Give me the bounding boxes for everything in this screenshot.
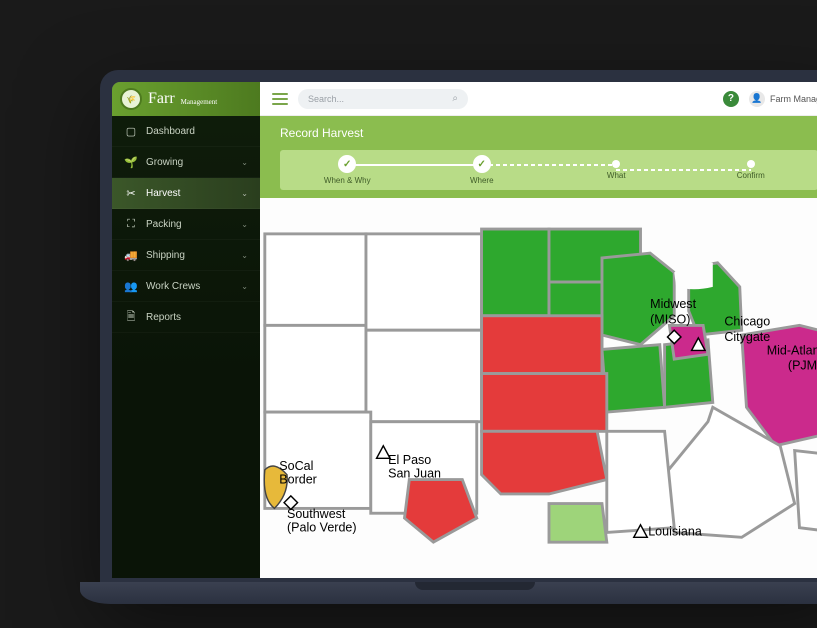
- map-label: San Juan: [388, 467, 441, 481]
- region-red[interactable]: [405, 480, 477, 543]
- sidebar-item-label: Dashboard: [146, 126, 195, 137]
- brand-sub: Management: [181, 98, 218, 106]
- state-shape[interactable]: [607, 431, 674, 532]
- state-shape[interactable]: [795, 451, 817, 533]
- sidebar-item-shipping[interactable]: 🚚 Shipping ⌄: [112, 240, 260, 271]
- sidebar-item-work-crews[interactable]: 👥 Work Crews ⌄: [112, 271, 260, 302]
- map-label: Mid-Atlantic: [767, 343, 817, 357]
- sidebar-item-label: Reports: [146, 312, 181, 323]
- main-pane: Search... ⌕ ? 👤 Farm Manage Record Harve…: [260, 82, 817, 578]
- step-node-icon: [338, 155, 356, 173]
- step-node-icon: [473, 155, 491, 173]
- map-label: SoCal: [279, 459, 313, 473]
- step-label: When & Why: [324, 176, 371, 185]
- sidebar-item-label: Work Crews: [146, 281, 200, 292]
- state-shape[interactable]: [366, 330, 482, 422]
- lake: [674, 262, 713, 290]
- step-node-icon: [747, 160, 755, 168]
- search-input[interactable]: Search... ⌕: [298, 89, 468, 109]
- step-label: Confirm: [737, 171, 765, 180]
- sidebar-item-label: Packing: [146, 219, 182, 230]
- region-red[interactable]: [482, 374, 607, 432]
- subheader: Record Harvest When & Why Where What Confir…: [260, 116, 817, 198]
- sidebar-item-label: Harvest: [146, 188, 180, 199]
- chevron-down-icon: ⌄: [241, 251, 248, 260]
- state-shape[interactable]: [265, 325, 366, 412]
- workcrews-icon: 👥: [124, 279, 138, 293]
- map-label: Chicago: [724, 314, 770, 328]
- step-label: Where: [470, 176, 494, 185]
- sidebar-item-dashboard[interactable]: ▢ Dashboard: [112, 116, 260, 147]
- brand-name: Farr: [148, 90, 175, 108]
- step-connector: [616, 169, 751, 171]
- packing-icon: ⛶: [124, 217, 138, 231]
- app-screen: 🌾 Farr Management ▢ Dashboard 🌱 Growing ⌄ ✂ Ha…: [112, 82, 817, 578]
- map-label: Southwest: [287, 507, 346, 521]
- sidebar-item-harvest[interactable]: ✂ Harvest ⌄: [112, 178, 260, 209]
- state-shape[interactable]: [366, 234, 482, 330]
- dashboard-icon: ▢: [124, 124, 138, 138]
- map-label: (PJM): [788, 359, 817, 373]
- region-red[interactable]: [482, 431, 607, 494]
- region-red[interactable]: [482, 316, 602, 374]
- harvest-icon: ✂: [124, 186, 138, 200]
- step-what[interactable]: What: [549, 160, 684, 180]
- chevron-down-icon: ⌄: [241, 189, 248, 198]
- sidebar-item-growing[interactable]: 🌱 Growing ⌄: [112, 147, 260, 178]
- state-shape[interactable]: [265, 234, 366, 326]
- map-label: El Paso: [388, 453, 431, 467]
- chevron-down-icon: ⌄: [241, 220, 248, 229]
- sidebar-item-label: Shipping: [146, 250, 185, 261]
- map-label: Midwest: [650, 297, 696, 311]
- growing-icon: 🌱: [124, 155, 138, 169]
- laptop-base: [80, 582, 817, 604]
- page-title: Record Harvest: [280, 126, 817, 140]
- sidebar-item-reports[interactable]: 🗎 Reports: [112, 302, 260, 333]
- map-label: Louisiana: [648, 524, 702, 538]
- avatar-icon: 👤: [749, 91, 765, 107]
- step-connector: [347, 164, 482, 166]
- stepper: When & Why Where What Confirm: [280, 150, 817, 190]
- map-label: (MISO): [650, 312, 690, 326]
- step-label: What: [607, 171, 626, 180]
- brand-row: 🌾 Farr Management: [112, 82, 260, 116]
- chevron-down-icon: ⌄: [241, 158, 248, 167]
- brand-logo-icon: 🌾: [120, 88, 142, 110]
- topbar: Search... ⌕ ? 👤 Farm Manage: [260, 82, 817, 116]
- search-icon: ⌕: [452, 93, 458, 104]
- region-green[interactable]: [602, 345, 665, 412]
- user-label: Farm Manage: [770, 94, 817, 104]
- laptop-frame: 🌾 Farr Management ▢ Dashboard 🌱 Growing ⌄ ✂ Ha…: [100, 70, 817, 590]
- step-node-icon: [612, 160, 620, 168]
- region-map[interactable]: Midwest(MISO) Chicago CitygateMid-Atlantic…: [260, 198, 817, 578]
- step-connector: [482, 164, 617, 166]
- menu-toggle-icon[interactable]: [272, 93, 288, 105]
- help-button[interactable]: ?: [723, 91, 739, 107]
- sidebar: 🌾 Farr Management ▢ Dashboard 🌱 Growing ⌄ ✂ Ha…: [112, 82, 260, 578]
- step-when-why[interactable]: When & Why: [280, 155, 415, 185]
- map-pane[interactable]: Midwest(MISO) Chicago CitygateMid-Atlantic…: [260, 198, 817, 578]
- sidebar-item-label: Growing: [146, 157, 183, 168]
- map-label: (Palo Verde): [287, 521, 357, 535]
- reports-icon: 🗎: [124, 310, 138, 324]
- user-menu[interactable]: 👤 Farm Manage: [749, 91, 817, 107]
- region-lightgreen[interactable]: [549, 504, 607, 543]
- region-green[interactable]: [482, 229, 549, 316]
- search-placeholder: Search...: [308, 94, 344, 104]
- map-label: Citygate: [724, 330, 770, 344]
- chevron-down-icon: ⌄: [241, 282, 248, 291]
- step-where[interactable]: Where: [415, 155, 550, 185]
- sidebar-item-packing[interactable]: ⛶ Packing ⌄: [112, 209, 260, 240]
- map-label: Border: [279, 472, 317, 486]
- shipping-icon: 🚚: [124, 248, 138, 262]
